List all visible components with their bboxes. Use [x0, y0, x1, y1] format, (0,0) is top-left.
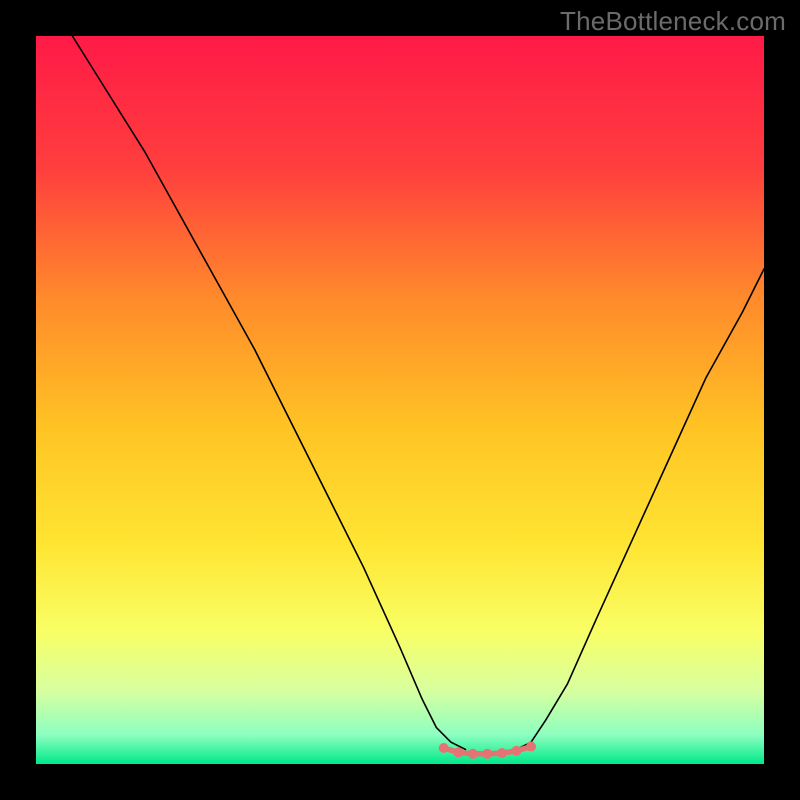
series-flat-bottom-dot [497, 748, 507, 758]
chart-frame: TheBottleneck.com [0, 0, 800, 800]
watermark-label: TheBottleneck.com [560, 6, 786, 37]
series-flat-bottom-dot [511, 746, 521, 756]
plot-background [36, 36, 764, 764]
series-flat-bottom-dot [526, 742, 536, 752]
series-flat-bottom-dot [439, 743, 449, 753]
series-flat-bottom-dot [482, 749, 492, 759]
series-flat-bottom-dot [468, 749, 478, 759]
bottleneck-chart [36, 36, 764, 764]
series-flat-bottom-dot [453, 747, 463, 757]
